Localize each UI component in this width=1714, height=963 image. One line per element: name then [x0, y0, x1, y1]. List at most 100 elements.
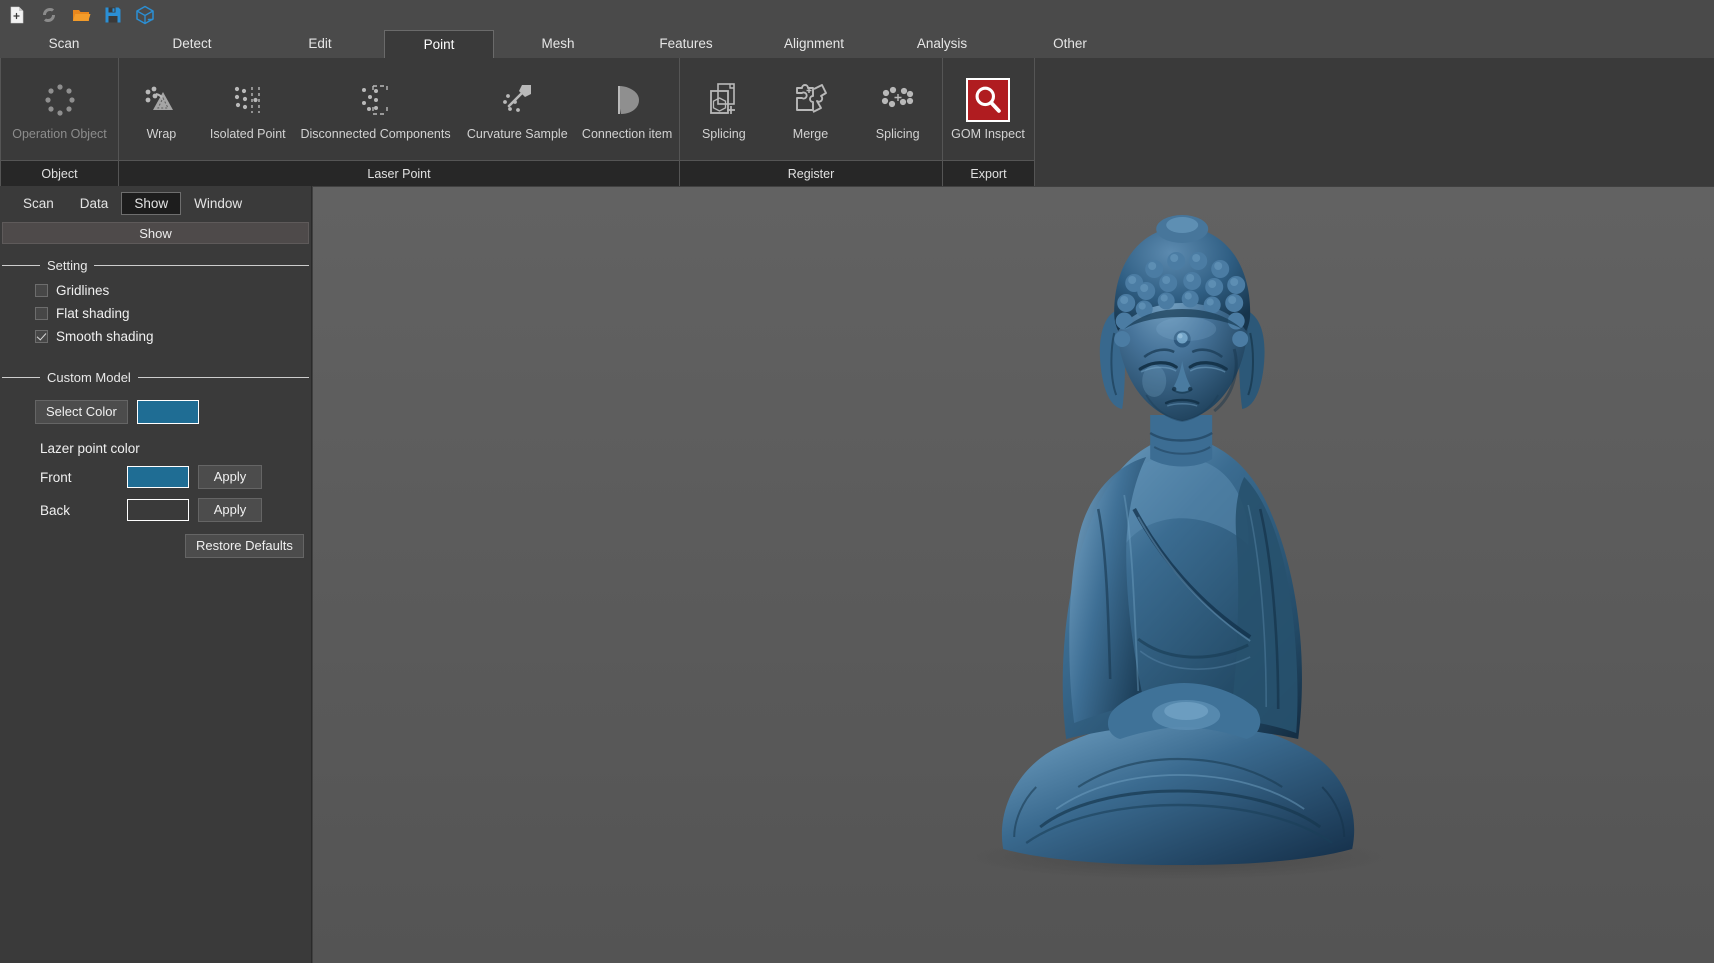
- lazer-color-swatch-back[interactable]: [127, 499, 189, 521]
- checkbox-flat-shading[interactable]: [35, 307, 48, 320]
- ribbon-group-title: Laser Point: [119, 160, 679, 186]
- wrap-triangle-icon: [146, 86, 174, 110]
- ribbon-button-label: Splicing: [701, 127, 746, 141]
- ribbon-tab-alignment[interactable]: Alignment: [750, 30, 878, 58]
- checkbox-smooth-shading[interactable]: [35, 330, 48, 343]
- custom-model-group: Custom Model Select Color Lazer point co…: [2, 370, 309, 566]
- left-panel-tab-bar: Scan Data Show Window: [0, 186, 311, 220]
- buddha-statue-svg: [967, 215, 1388, 879]
- ribbon-button-isolated-point[interactable]: Isolated Point: [204, 66, 292, 152]
- model-color-swatch[interactable]: [136, 400, 199, 424]
- left-panel-header: Show: [2, 222, 309, 244]
- gom-inspect-tile: [966, 78, 1010, 122]
- apply-button-back[interactable]: Apply: [198, 498, 262, 522]
- lazer-color-row-front: Front Apply: [2, 465, 309, 489]
- restore-defaults-row: Restore Defaults: [2, 534, 309, 558]
- ribbon-tab-scan[interactable]: Scan: [0, 30, 128, 58]
- lazer-color-label-front: Front: [40, 469, 72, 485]
- ribbon-button-label: Merge: [792, 127, 829, 141]
- point-cloud-ring-icon-wrap: [38, 76, 82, 124]
- ribbon-button-disconnected-components[interactable]: Disconnected Components: [292, 66, 460, 152]
- left-panel-tab-scan[interactable]: Scan: [10, 192, 67, 215]
- ribbon-button-label: Isolated Point: [209, 127, 286, 141]
- splicing-docs-icon-wrap: [702, 76, 746, 124]
- ribbon-group-object: Operation Object Object: [0, 58, 119, 186]
- save-icon[interactable]: [100, 2, 126, 28]
- ribbon-button-wrap[interactable]: Wrap: [119, 66, 204, 152]
- left-panel-tab-show[interactable]: Show: [121, 191, 182, 215]
- ribbon-button-connection-item[interactable]: Connection item: [575, 66, 679, 152]
- main-area: Scan Data Show Window Show Setting Gridline…: [0, 186, 1714, 963]
- setting-checkbox-list: Gridlines Flat shading Smooth shading: [2, 273, 309, 356]
- select-color-row: Select Color: [2, 400, 309, 424]
- checkbox-label: Smooth shading: [56, 329, 154, 344]
- checkbox-row-gridlines[interactable]: Gridlines: [2, 279, 309, 302]
- restore-defaults-button[interactable]: Restore Defaults: [185, 534, 304, 558]
- checkbox-row-flat-shading[interactable]: Flat shading: [2, 302, 309, 325]
- merge-puzzle-icon: [795, 84, 827, 113]
- ribbon-button-label: Disconnected Components: [300, 127, 451, 141]
- ribbon-group-title: Export: [943, 160, 1034, 186]
- new-file-icon[interactable]: [4, 2, 30, 28]
- ribbon-tab-point[interactable]: Point: [384, 30, 494, 58]
- select-color-button[interactable]: Select Color: [35, 400, 128, 424]
- left-panel-tab-window[interactable]: Window: [181, 192, 255, 215]
- open-folder-icon[interactable]: [68, 2, 94, 28]
- checkbox-label: Flat shading: [56, 306, 130, 321]
- checkbox-row-smooth-shading[interactable]: Smooth shading: [2, 325, 309, 348]
- ribbon-button-gom-inspect[interactable]: GOM Inspect: [943, 66, 1033, 152]
- export-model-icon[interactable]: [132, 2, 158, 28]
- ribbon-button-curvature-sample[interactable]: Curvature Sample: [459, 66, 575, 152]
- lazer-color-row-back: Back Apply: [2, 498, 309, 522]
- ribbon-button-operation-object: Operation Object: [1, 66, 118, 152]
- ribbon-button-label: Splicing: [875, 127, 920, 141]
- isolated-point-icon: [234, 86, 260, 113]
- point-cloud-ring-icon: [44, 84, 75, 116]
- ribbon-tab-bar: Scan Detect Edit Point Mesh Features Alignment…: [0, 30, 1714, 58]
- merge-puzzle-icon-wrap: [789, 76, 833, 124]
- splicing-docs-icon: [709, 83, 735, 114]
- ribbon-group-title: Register: [680, 160, 942, 186]
- checkbox-gridlines[interactable]: [35, 284, 48, 297]
- flash-icon[interactable]: [36, 2, 62, 28]
- ribbon-button-splicing[interactable]: Splicing: [853, 66, 942, 152]
- disconnected-components-icon: [361, 85, 388, 115]
- custom-model-group-legend: Custom Model: [47, 370, 131, 385]
- ribbon-panel: Operation Object Object Wrap Isolated Poi…: [0, 58, 1714, 186]
- ribbon-group-export: GOM Inspect Export: [943, 58, 1035, 186]
- gom-inspect-search-icon-wrap: [966, 76, 1010, 124]
- ribbon-button-label: Curvature Sample: [466, 127, 568, 141]
- apply-button-front[interactable]: Apply: [198, 465, 262, 489]
- quick-access-toolbar: [0, 0, 1714, 30]
- splicing-points-icon: [881, 86, 913, 108]
- 3d-viewport[interactable]: [312, 186, 1714, 963]
- lazer-point-color-rows: Front Apply Back Apply: [2, 465, 309, 522]
- ribbon-group-register: Splicing Merge Splicing Register: [680, 58, 943, 186]
- curvature-sample-icon: [503, 85, 532, 112]
- ribbon-tab-detect[interactable]: Detect: [128, 30, 256, 58]
- checkbox-label: Gridlines: [56, 283, 110, 298]
- ribbon-button-splicing[interactable]: Splicing: [680, 66, 768, 152]
- connection-item-icon-wrap: [605, 76, 649, 124]
- buddha-statue-3d-model[interactable]: [948, 209, 1418, 894]
- lazer-color-swatch-front[interactable]: [127, 466, 189, 488]
- ribbon-tab-analysis[interactable]: Analysis: [878, 30, 1006, 58]
- setting-group: Setting Gridlines Flat shading Smooth shad…: [2, 258, 309, 356]
- splicing-points-icon-wrap: [876, 76, 920, 124]
- isolated-point-icon-wrap: [226, 76, 270, 124]
- setting-group-legend: Setting: [47, 258, 88, 273]
- ribbon-group-laser point: Wrap Isolated Point Disconnected Compone…: [119, 58, 680, 186]
- ribbon-tab-mesh[interactable]: Mesh: [494, 30, 622, 58]
- ribbon-button-label: Wrap: [146, 127, 177, 141]
- ribbon-tab-edit[interactable]: Edit: [256, 30, 384, 58]
- lazer-point-color-label: Lazer point color: [40, 441, 140, 456]
- left-panel-tab-data[interactable]: Data: [67, 192, 122, 215]
- wrap-triangle-icon-wrap: [139, 76, 183, 124]
- ribbon-button-merge[interactable]: Merge: [768, 66, 854, 152]
- connection-item-icon: [618, 86, 640, 114]
- ribbon-tab-other[interactable]: Other: [1006, 30, 1134, 58]
- disconnected-components-icon-wrap: [354, 76, 398, 124]
- ribbon-button-label: GOM Inspect: [951, 127, 1025, 141]
- left-side-panel: Scan Data Show Window Show Setting Gridline…: [0, 186, 312, 963]
- ribbon-tab-features[interactable]: Features: [622, 30, 750, 58]
